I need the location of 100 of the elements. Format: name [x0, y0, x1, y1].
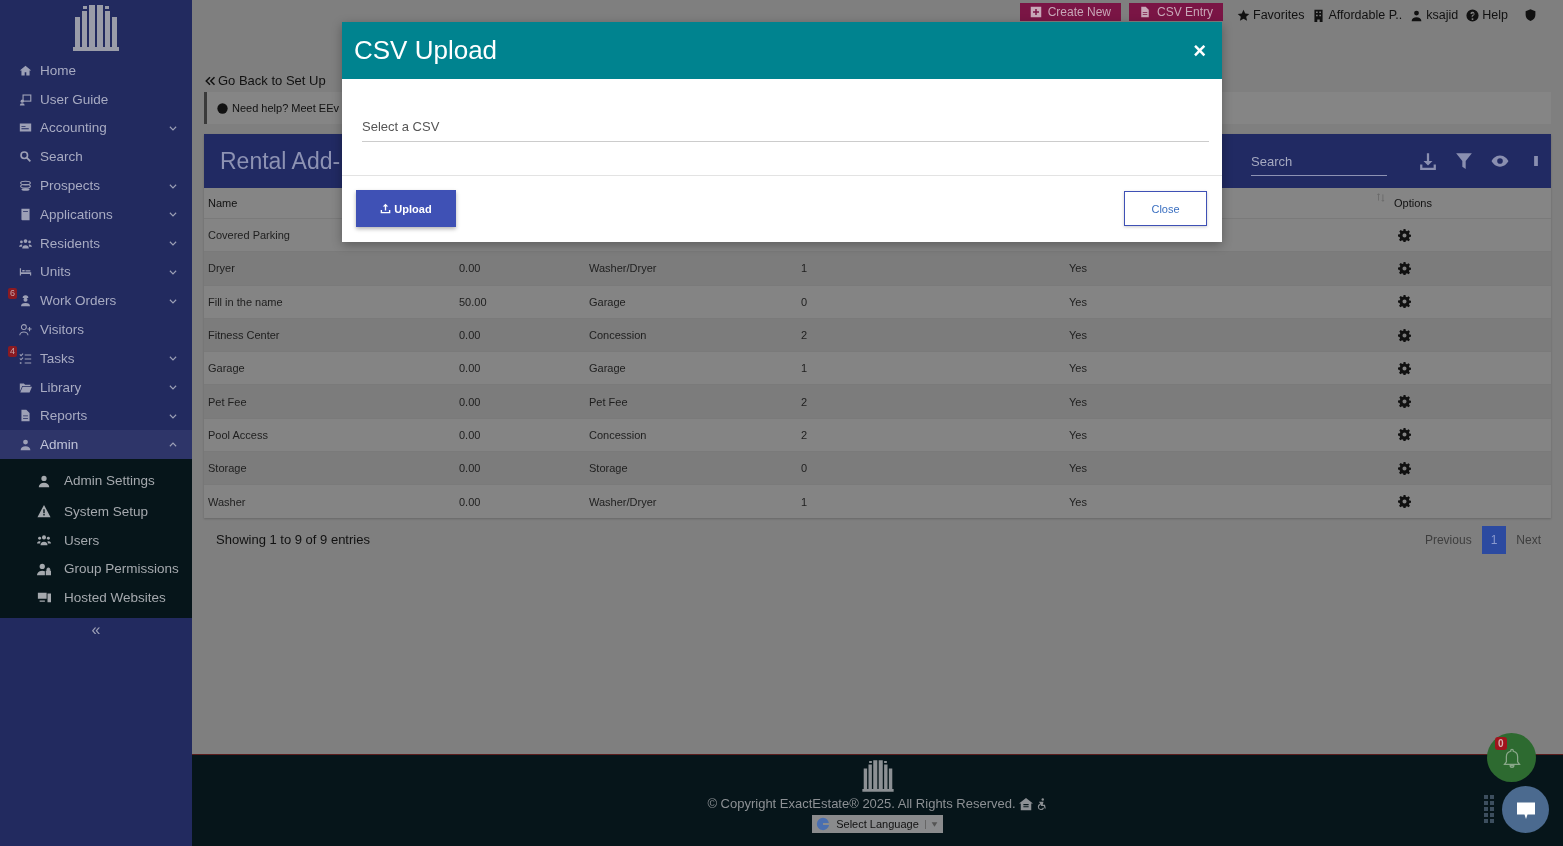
- table-cell-text: 2: [800, 428, 809, 441]
- language-selector[interactable]: Select Language: [812, 815, 943, 833]
- table-cell-text: 1: [800, 262, 809, 275]
- sidebar-item[interactable]: Residents: [0, 228, 192, 258]
- filter-icon[interactable]: [1455, 152, 1473, 170]
- table-cell-text: 0.00: [458, 495, 482, 508]
- user-icon: [1410, 8, 1424, 22]
- sidebar-item[interactable]: Prospects: [0, 171, 192, 200]
- sidebar-item[interactable]: Admin: [0, 430, 192, 460]
- sidebar-item[interactable]: Units: [0, 257, 192, 287]
- table-cell-text: Yes: [1068, 462, 1088, 475]
- sidebar-item[interactable]: Library: [0, 372, 192, 402]
- close-button[interactable]: Close: [1124, 191, 1207, 226]
- table-cell-text: 0.00: [458, 428, 482, 441]
- card-icon: [19, 121, 32, 135]
- table-cell-text: 0.00: [458, 329, 482, 342]
- submenu-item[interactable]: Users: [0, 525, 192, 555]
- gear-icon[interactable]: [1398, 328, 1411, 342]
- count-badge: 6: [8, 288, 17, 300]
- table-cell-text: 0.00: [458, 262, 482, 275]
- table-cell-text: Washer/Dryer: [588, 262, 658, 275]
- sidebar-item[interactable]: 4 Tasks: [0, 343, 192, 373]
- submenu-item[interactable]: System Setup: [0, 497, 192, 526]
- table-cell-text: Yes: [1068, 329, 1088, 342]
- table-cell-text: Dryer: [207, 262, 236, 275]
- user-lock-icon: [37, 561, 51, 576]
- table-cell-text: Pet Fee: [207, 395, 248, 408]
- sidebar-item[interactable]: User Guide: [0, 84, 192, 114]
- gear-icon[interactable]: [1398, 261, 1411, 275]
- submenu-item[interactable]: Group Permissions: [0, 554, 192, 583]
- search-field[interactable]: Search: [1251, 146, 1387, 176]
- table-cell-text: 0.00: [458, 462, 482, 475]
- close-button[interactable]: ×: [1189, 37, 1210, 64]
- table-cell-text: 2: [800, 395, 809, 408]
- table-cell-text: Yes: [1068, 395, 1088, 408]
- gear-icon[interactable]: [1398, 295, 1411, 309]
- sidebar-item[interactable]: Home: [0, 56, 192, 85]
- sidebar-item[interactable]: Search: [0, 142, 192, 172]
- drag-handle-icon: [1484, 795, 1494, 823]
- dropdown-caret-icon: [924, 819, 939, 829]
- upload-button[interactable]: Upload: [356, 190, 456, 227]
- monitor-icon: [37, 590, 51, 605]
- download-icon[interactable]: [1419, 152, 1437, 170]
- gear-icon[interactable]: [1398, 395, 1411, 409]
- top-button[interactable]: Create New: [1019, 3, 1121, 21]
- table-cell-text: 1: [800, 495, 809, 508]
- table-cell-text: 0: [800, 462, 809, 475]
- top-link[interactable]: Favorites: [1237, 8, 1305, 22]
- sidebar-item[interactable]: Visitors: [0, 315, 192, 344]
- table-cell-text: Yes: [1068, 362, 1088, 375]
- gear-icon[interactable]: [1398, 495, 1411, 508]
- sidebar-item[interactable]: Applications: [0, 200, 192, 229]
- sidebar-item[interactable]: 6 Work Orders: [0, 286, 192, 316]
- bell-icon: [1501, 747, 1522, 768]
- table-cell-text: Yes: [1068, 295, 1088, 308]
- collapse-button[interactable]: «: [0, 617, 192, 642]
- top-button[interactable]: CSV Entry: [1129, 3, 1223, 21]
- gear-icon[interactable]: [1398, 428, 1411, 442]
- top-link[interactable]: ksajid: [1410, 8, 1459, 22]
- top-link[interactable]: Affordable P..: [1312, 8, 1403, 22]
- back-link[interactable]: Go Back to Set Up: [204, 72, 1551, 89]
- table-cell-text: Garage: [588, 295, 627, 308]
- sidebar-item[interactable]: Accounting: [0, 113, 192, 143]
- gear-icon[interactable]: [1398, 461, 1411, 475]
- submenu-item[interactable]: Admin Settings: [0, 464, 192, 498]
- column-header[interactable]: Options: [1394, 197, 1551, 209]
- table-cell-text: Fill in the name: [207, 295, 284, 308]
- copyright-text: © Copyright ExactEstate® 2025. All Rights Reserved.: [707, 796, 1016, 811]
- table-cell-text: Concession: [588, 329, 648, 342]
- help-icon: [1466, 8, 1480, 22]
- submenu-item[interactable]: Hosted Websites: [0, 582, 192, 612]
- file-icon: [1139, 6, 1151, 18]
- table-cell-text: Concession: [588, 428, 648, 441]
- user-icon: [19, 438, 32, 452]
- gear-icon[interactable]: [1398, 361, 1411, 375]
- shield-icon[interactable]: [1524, 8, 1537, 22]
- count-badge: 0: [1495, 737, 1507, 750]
- table-cell-text: Yes: [1068, 495, 1088, 508]
- book-icon: [19, 207, 32, 221]
- folder-icon: [19, 380, 32, 394]
- gear-icon[interactable]: [1398, 228, 1411, 242]
- table-cell-text: 50.00: [458, 295, 488, 308]
- sidebar-item[interactable]: Reports: [0, 401, 192, 431]
- coins-icon: [19, 179, 32, 193]
- house-icon: [1018, 796, 1033, 811]
- bed-icon: [19, 265, 32, 279]
- help-text: Need help? Meet EEv: [232, 102, 339, 114]
- table-cell-text: 0.00: [458, 362, 482, 375]
- dialog-title: CSV Upload: [354, 35, 498, 66]
- screen-icon: [19, 92, 32, 106]
- table-cell-text: Yes: [1068, 428, 1088, 441]
- entries-info: Showing 1 to 9 of 9 entries: [216, 532, 370, 548]
- top-link[interactable]: Help: [1466, 8, 1508, 22]
- table-cell-text: Storage: [588, 462, 629, 475]
- search-icon: [19, 150, 32, 164]
- checklist-icon: [19, 351, 32, 365]
- eye-icon[interactable]: [1491, 152, 1509, 170]
- file-icon: [19, 409, 32, 423]
- table-cell-text: Garage: [207, 362, 246, 375]
- table-cell-text: Storage: [207, 462, 248, 475]
